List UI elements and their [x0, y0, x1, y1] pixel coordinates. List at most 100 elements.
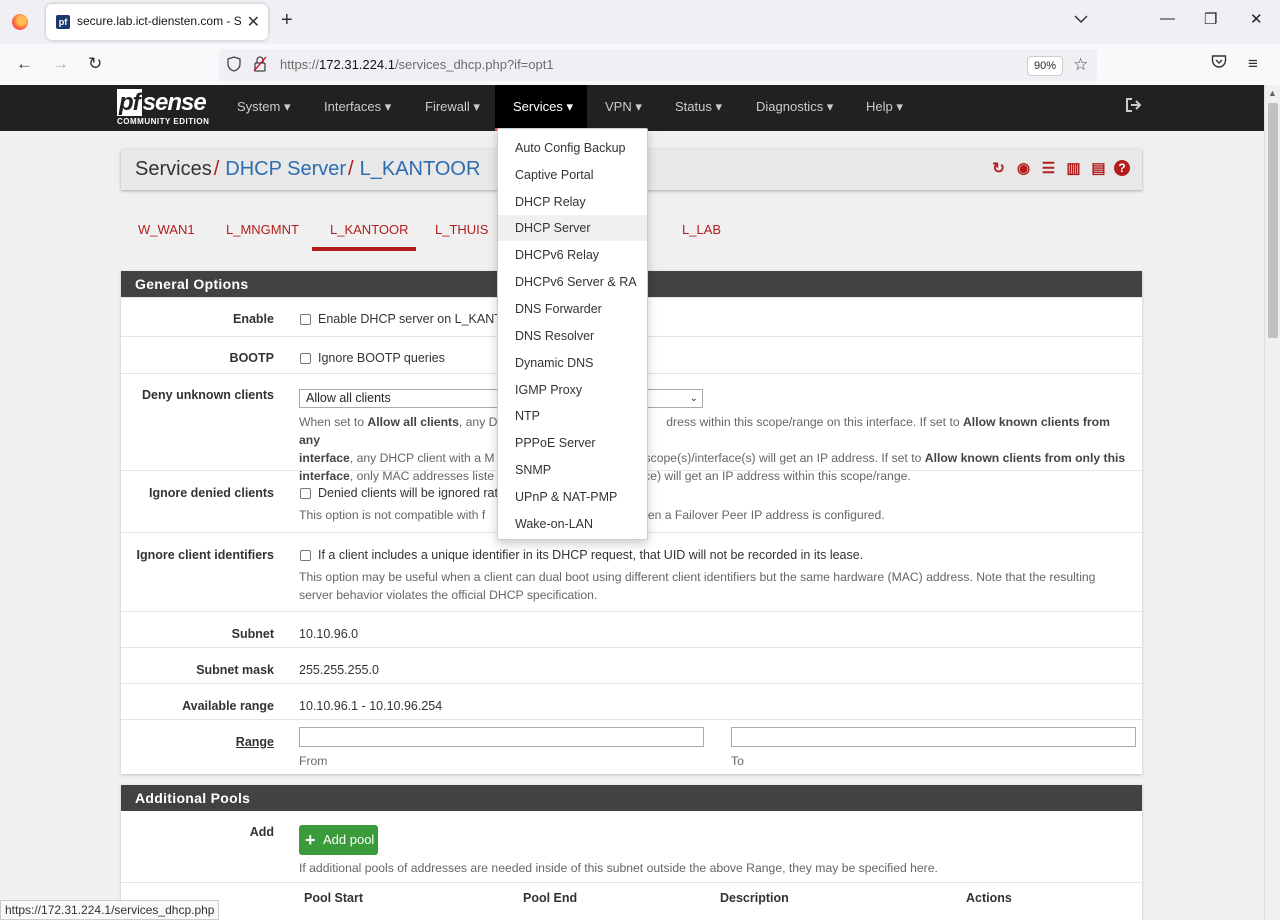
zoom-level[interactable]: 90% — [1027, 56, 1064, 76]
menu-diagnostics[interactable]: Diagnostics ▾ — [753, 85, 836, 131]
breadcrumb-interface[interactable]: L_KANTOOR — [360, 158, 481, 180]
menu-item-dynamic-dns[interactable]: Dynamic DNS — [498, 350, 647, 376]
menu-status[interactable]: Status ▾ — [672, 85, 725, 131]
menu-item-ntp[interactable]: NTP — [498, 403, 647, 429]
new-tab-icon[interactable]: + — [281, 9, 293, 32]
subnet-row: Subnet 10.10.96.0 — [121, 611, 1142, 647]
breadcrumb-dhcp-server[interactable]: DHCP Server — [225, 158, 346, 180]
menu-help[interactable]: Help ▾ — [863, 85, 906, 131]
lock-warning-icon[interactable] — [253, 56, 267, 75]
menu-item-upnp[interactable]: UPnP & NAT-PMP — [498, 484, 647, 510]
menu-item-auto-config-backup[interactable]: Auto Config Backup — [498, 135, 647, 161]
tab-l-kantoor[interactable]: L_KANTOOR — [330, 222, 409, 237]
firefox-icon[interactable] — [12, 14, 28, 30]
ignore-uid-text: If a client includes a unique identifier… — [318, 548, 864, 562]
menu-item-pppoe-server[interactable]: PPPoE Server — [498, 430, 647, 456]
ignore-denied-checkbox[interactable] — [300, 488, 311, 499]
menu-item-dns-resolver[interactable]: DNS Resolver — [498, 323, 647, 349]
url-bar[interactable]: https://172.31.224.1/services_dhcp.php?i… — [219, 49, 1097, 81]
ignore-uid-checkbox[interactable] — [300, 550, 311, 561]
forward-icon[interactable]: → — [52, 54, 69, 74]
menu-item-dhcp-server[interactable]: DHCP Server — [498, 215, 647, 241]
col-actions: Actions — [966, 891, 1012, 905]
close-tab-icon[interactable]: ✕ — [247, 12, 260, 32]
stop-service-icon[interactable]: ◉ — [1014, 160, 1033, 178]
menu-item-captive-portal[interactable]: Captive Portal — [498, 162, 647, 188]
restore-icon[interactable]: ❐ — [1204, 10, 1217, 28]
logout-icon[interactable] — [1125, 97, 1143, 118]
hamburger-menu-icon[interactable]: ≡ — [1248, 54, 1258, 74]
tab-l-mngmnt[interactable]: L_MNGMNT — [226, 222, 299, 237]
menu-item-dhcpv6-relay[interactable]: DHCPv6 Relay — [498, 242, 647, 268]
bootp-text: Ignore BOOTP queries — [318, 351, 445, 365]
menu-system[interactable]: System ▾ — [234, 85, 293, 131]
range-row: Range From To — [121, 719, 1142, 774]
reload-icon[interactable]: ↻ — [88, 54, 102, 74]
available-range-label: Available range — [182, 699, 274, 713]
url-text[interactable]: https://172.31.224.1/services_dhcp.php?i… — [280, 57, 554, 72]
settings-sliders-icon[interactable]: ☰ — [1039, 160, 1058, 178]
restart-service-icon[interactable]: ↻ — [989, 160, 1008, 178]
enable-label: Enable — [233, 312, 274, 326]
minimize-icon[interactable]: — — [1160, 10, 1175, 27]
page-scrollbar[interactable]: ▲ — [1264, 85, 1280, 920]
range-label[interactable]: Range — [236, 735, 274, 749]
pfsense-favicon-icon: pf — [56, 15, 70, 29]
subnet-mask-label: Subnet mask — [196, 663, 274, 677]
browser-navbar: ← → ↻ https://172.31.224.1/services_dhcp… — [0, 44, 1280, 86]
scroll-up-icon[interactable]: ▲ — [1268, 88, 1277, 98]
menu-vpn[interactable]: VPN ▾ — [602, 85, 645, 131]
subnet-value: 10.10.96.0 — [299, 627, 359, 641]
tab-l-thuis[interactable]: L_THUIS — [435, 222, 488, 237]
additional-pools-title: Additional Pools — [121, 785, 1142, 811]
browser-tabbar: pf secure.lab.ict-diensten.com - Se ✕ + … — [0, 0, 1280, 44]
pfsense-header: pf sense COMMUNITY EDITION System ▾ Inter… — [0, 85, 1264, 131]
available-range-row: Available range 10.10.96.1 - 10.10.96.25… — [121, 683, 1142, 719]
plus-icon: + — [305, 830, 316, 850]
menu-interfaces[interactable]: Interfaces ▾ — [321, 85, 394, 131]
available-range-value: 10.10.96.1 - 10.10.96.254 — [299, 699, 443, 713]
add-pool-button[interactable]: + Add pool — [299, 825, 378, 855]
enable-checkbox[interactable] — [300, 314, 311, 325]
back-icon[interactable]: ← — [16, 54, 33, 74]
add-pool-row: Add + Add pool If additional pools of add… — [121, 811, 1142, 882]
status-graph-icon[interactable]: ▥ — [1064, 160, 1083, 178]
menu-firewall[interactable]: Firewall ▾ — [422, 85, 483, 131]
menu-item-wake-on-lan[interactable]: Wake-on-LAN — [498, 511, 647, 537]
browser-tab[interactable]: pf secure.lab.ict-diensten.com - Se ✕ — [46, 4, 268, 40]
enable-text: Enable DHCP server on L_KANTO — [318, 312, 512, 326]
tab-w-wan1[interactable]: W_WAN1 — [138, 222, 195, 237]
log-list-icon[interactable]: ▤ — [1089, 160, 1108, 178]
subnet-mask-row: Subnet mask 255.255.255.0 — [121, 647, 1142, 683]
range-to-input[interactable] — [731, 727, 1136, 747]
menu-item-snmp[interactable]: SNMP — [498, 457, 647, 483]
bootp-checkbox[interactable] — [300, 353, 311, 364]
menu-item-dhcp-relay[interactable]: DHCP Relay — [498, 189, 647, 215]
deny-unknown-label: Deny unknown clients — [142, 388, 274, 402]
help-question-icon[interactable]: ? — [1114, 160, 1130, 176]
subnet-mask-value: 255.255.255.0 — [299, 663, 379, 677]
menu-item-dns-forwarder[interactable]: DNS Forwarder — [498, 296, 647, 322]
ignore-denied-help: This option is not compatible with f ed w… — [299, 508, 885, 522]
ignore-denied-text: Denied clients will be ignored rat — [318, 486, 498, 500]
scroll-thumb[interactable] — [1268, 103, 1278, 338]
menu-item-igmp-proxy[interactable]: IGMP Proxy — [498, 377, 647, 403]
menu-item-dhcpv6-server[interactable]: DHCPv6 Server & RA — [498, 269, 647, 295]
tab-list-chevron-icon[interactable] — [1074, 12, 1088, 27]
add-label: Add — [249, 825, 274, 839]
range-from-input[interactable] — [299, 727, 704, 747]
ignore-uid-row: Ignore client identifiers If a client in… — [121, 532, 1142, 611]
additional-pools-panel: Additional Pools Add + Add pool If additi… — [121, 785, 1142, 920]
close-window-icon[interactable]: ✕ — [1250, 10, 1263, 28]
col-pool-start: Pool Start — [304, 891, 364, 905]
pfsense-logo[interactable]: pf sense COMMUNITY EDITION — [117, 89, 213, 127]
tab-l-lab[interactable]: L_LAB — [682, 222, 721, 237]
pocket-icon[interactable] — [1211, 54, 1227, 73]
range-to-hint: To — [731, 754, 744, 768]
tab-title: secure.lab.ict-diensten.com - Se — [77, 14, 241, 28]
services-dropdown: Auto Config Backup Captive Portal DHCP R… — [497, 128, 648, 540]
bookmark-star-icon[interactable]: ☆ — [1073, 55, 1088, 75]
menu-services[interactable]: Services ▾ — [495, 85, 587, 131]
ignore-uid-help: This option may be useful when a client … — [299, 570, 1096, 602]
shield-icon[interactable] — [227, 56, 241, 75]
